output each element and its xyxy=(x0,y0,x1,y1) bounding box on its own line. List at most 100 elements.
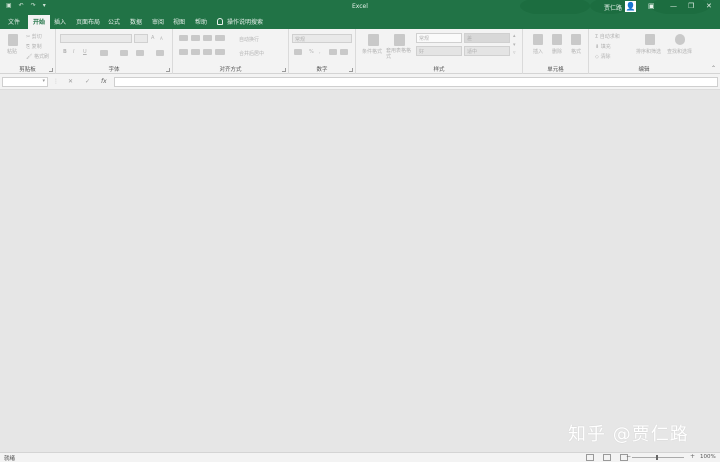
borders-icon[interactable] xyxy=(100,50,108,56)
redo-icon[interactable]: ↷ xyxy=(31,2,36,9)
number-format-select[interactable]: 常规 xyxy=(292,34,352,43)
format-button[interactable]: 格式 xyxy=(571,48,581,55)
format-cells-icon xyxy=(571,34,581,45)
font-size-select[interactable] xyxy=(134,34,148,43)
group-label-styles: 样式 xyxy=(433,67,445,73)
group-alignment: 自动换行 合并后居中 对齐方式 xyxy=(173,29,289,74)
indent-icon[interactable] xyxy=(215,49,225,55)
grow-font-button[interactable]: A xyxy=(151,35,154,41)
zoom-slider[interactable] xyxy=(632,457,684,458)
styles-more-icon[interactable]: ▿ xyxy=(513,50,516,56)
tab-page-layout[interactable]: 页面布局 xyxy=(76,17,100,26)
cancel-entry-button[interactable]: ✕ xyxy=(68,78,73,85)
find-select-button[interactable]: 查找和选择 xyxy=(667,48,692,55)
align-center-icon[interactable] xyxy=(191,49,200,55)
tab-home[interactable]: 开始 xyxy=(28,15,51,29)
italic-button[interactable]: I xyxy=(73,49,74,55)
wrap-text-button[interactable]: 自动换行 xyxy=(239,36,259,43)
paste-button[interactable]: 粘贴 xyxy=(7,48,17,55)
enter-entry-button[interactable]: ✓ xyxy=(85,78,90,85)
formula-bar: ▾ ⋮ ✕ ✓ fx xyxy=(0,74,720,90)
tab-formulas[interactable]: 公式 xyxy=(108,17,120,26)
ribbon: 粘贴 ✂ 剪切 ⎘ 复制 🖌 格式刷 剪贴板 A A B I U 字体 自动换行… xyxy=(0,29,720,74)
zoom-out-button[interactable]: − xyxy=(626,453,631,460)
save-icon[interactable]: ▣ xyxy=(6,2,12,9)
styles-scroll-up-icon[interactable]: ▴ xyxy=(513,33,516,39)
style-bad[interactable]: 差 xyxy=(464,33,510,43)
tab-data[interactable]: 数据 xyxy=(130,17,142,26)
ribbon-options-icon[interactable]: ▣ xyxy=(648,2,655,10)
underline-button[interactable]: U xyxy=(83,49,87,55)
font-name-select[interactable] xyxy=(60,34,132,43)
tab-review[interactable]: 审阅 xyxy=(152,17,164,26)
tab-help[interactable]: 帮助 xyxy=(195,17,207,26)
delete-button[interactable]: 删除 xyxy=(552,48,562,55)
fill-color-icon[interactable] xyxy=(120,50,128,56)
shrink-font-button[interactable]: A xyxy=(160,36,163,41)
dialog-launcher-icon[interactable] xyxy=(282,68,286,72)
merge-center-button[interactable]: 合并后居中 xyxy=(239,50,264,57)
group-editing: Σ 自动求和 ⬇ 填充 ◇ 清除 排序和筛选 查找和选择 编辑 xyxy=(589,29,699,74)
fill-button[interactable]: ⬇ 填充 xyxy=(595,43,611,50)
align-left-icon[interactable] xyxy=(179,49,188,55)
format-painter-button[interactable]: 🖌 格式刷 xyxy=(26,53,49,60)
format-as-table-icon xyxy=(394,34,405,46)
insert-function-button[interactable]: fx xyxy=(101,78,107,85)
zoom-slider-thumb[interactable] xyxy=(656,455,658,460)
tell-me-search[interactable]: 操作说明搜索 xyxy=(217,17,263,26)
group-label-number: 数字 xyxy=(316,67,328,73)
tab-view[interactable]: 视图 xyxy=(173,17,185,26)
sort-filter-button[interactable]: 排序和筛选 xyxy=(636,48,661,55)
customize-qat-button[interactable]: ▾ xyxy=(43,2,46,9)
undo-icon[interactable]: ↶ xyxy=(19,2,24,9)
page-layout-view-icon[interactable] xyxy=(603,454,611,461)
workbook-area[interactable] xyxy=(0,90,720,452)
bold-button[interactable]: B xyxy=(63,49,67,55)
restore-button[interactable]: ❐ xyxy=(688,2,694,10)
format-as-table-button[interactable]: 套用表格格式 xyxy=(386,48,414,60)
decrease-decimal-icon[interactable] xyxy=(340,49,348,55)
orientation-icon[interactable] xyxy=(215,35,225,41)
copy-button[interactable]: ⎘ 复制 xyxy=(26,43,42,50)
style-normal[interactable]: 常规 xyxy=(416,33,462,43)
font-color-icon[interactable] xyxy=(136,50,144,56)
status-text: 就绪 xyxy=(4,456,16,462)
align-middle-icon[interactable] xyxy=(191,35,200,41)
currency-icon[interactable] xyxy=(294,49,302,55)
formula-input[interactable] xyxy=(114,77,718,87)
formula-bar-grip-icon[interactable]: ⋮ xyxy=(53,78,59,85)
styles-scroll-down-icon[interactable]: ▾ xyxy=(513,42,516,48)
style-neutral[interactable]: 适中 xyxy=(464,46,510,56)
name-box[interactable]: ▾ xyxy=(2,77,48,87)
insert-button[interactable]: 插入 xyxy=(533,48,543,55)
clear-button[interactable]: ◇ 清除 xyxy=(595,53,610,60)
comma-button[interactable]: , xyxy=(319,49,321,55)
minimize-button[interactable]: — xyxy=(670,2,677,10)
percent-button[interactable]: % xyxy=(309,49,314,55)
phonetic-icon[interactable] xyxy=(156,50,164,56)
align-bottom-icon[interactable] xyxy=(203,35,212,41)
avatar[interactable]: 👤 xyxy=(625,1,636,12)
zoom-in-button[interactable]: + xyxy=(690,453,695,460)
conditional-formatting-button[interactable]: 条件格式 xyxy=(362,48,382,55)
align-right-icon[interactable] xyxy=(203,49,212,55)
increase-decimal-icon[interactable] xyxy=(329,49,337,55)
dialog-launcher-icon[interactable] xyxy=(166,68,170,72)
user-name[interactable]: 贾仁路 xyxy=(604,3,622,12)
normal-view-icon[interactable] xyxy=(586,454,594,461)
title-bar: ▣ ↶ ↷ ▾ Excel 贾仁路 👤 ▣ — ❐ ✕ xyxy=(0,0,720,16)
dialog-launcher-icon[interactable] xyxy=(49,68,53,72)
group-clipboard: 粘贴 ✂ 剪切 ⎘ 复制 🖌 格式刷 剪贴板 xyxy=(0,29,56,74)
collapse-ribbon-icon[interactable]: ⌃ xyxy=(711,65,716,72)
style-good[interactable]: 好 xyxy=(416,46,462,56)
cut-button[interactable]: ✂ 剪切 xyxy=(26,33,42,40)
autosum-button[interactable]: Σ 自动求和 xyxy=(595,33,620,40)
close-button[interactable]: ✕ xyxy=(706,2,712,10)
tab-insert[interactable]: 插入 xyxy=(54,17,66,26)
zoom-level[interactable]: 100% xyxy=(700,454,716,460)
align-top-icon[interactable] xyxy=(179,35,188,41)
watermark: 知乎 @贾仁路 xyxy=(568,424,689,445)
tab-file[interactable]: 文件 xyxy=(8,17,20,26)
dialog-launcher-icon[interactable] xyxy=(349,68,353,72)
status-bar: 就绪 − + 100% xyxy=(0,452,720,462)
